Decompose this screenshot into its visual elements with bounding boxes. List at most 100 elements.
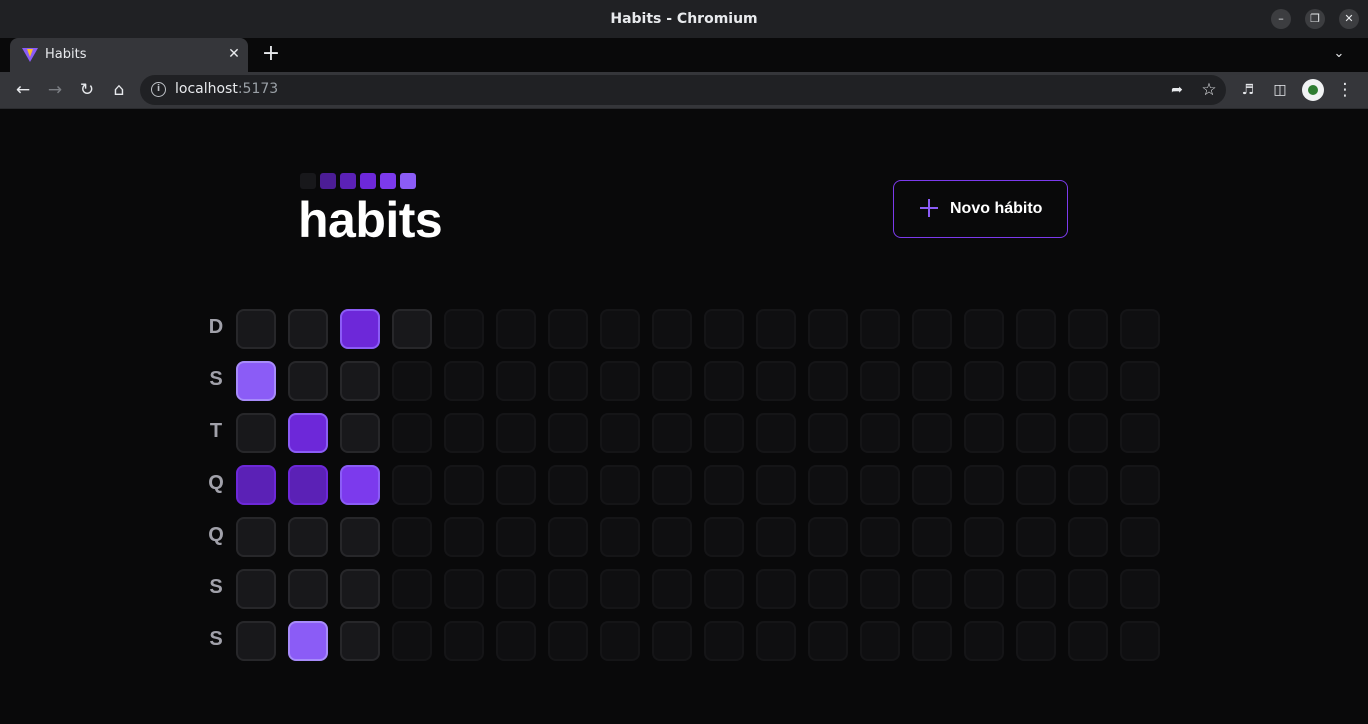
logo-square (300, 173, 316, 189)
habit-day-placeholder (392, 465, 432, 505)
habit-day-placeholder (496, 621, 536, 661)
habit-day-cell[interactable] (288, 569, 328, 609)
habit-day-cell[interactable] (340, 361, 380, 401)
habit-day-cell[interactable] (288, 517, 328, 557)
habit-day-placeholder (1068, 621, 1108, 661)
habit-day-placeholder (860, 413, 900, 453)
habit-day-cell[interactable] (288, 465, 328, 505)
habit-day-placeholder (444, 309, 484, 349)
habit-day-placeholder (496, 517, 536, 557)
weekday-label: Q (208, 524, 224, 546)
restore-icon[interactable]: ❐ (1305, 9, 1325, 29)
habit-day-cell[interactable] (288, 413, 328, 453)
habit-day-placeholder (496, 309, 536, 349)
new-habit-button[interactable]: Novo hábito (893, 180, 1068, 238)
media-controls-icon[interactable]: ♬ (1237, 79, 1259, 101)
habit-day-cell[interactable] (288, 621, 328, 661)
new-tab-icon[interactable]: + (260, 43, 282, 65)
habit-day-cell[interactable] (340, 517, 380, 557)
habit-day-placeholder (1120, 361, 1160, 401)
habit-day-placeholder (756, 361, 796, 401)
side-panel-icon[interactable]: ◫ (1269, 79, 1291, 101)
habit-day-placeholder (652, 517, 692, 557)
logo-square (400, 173, 416, 189)
habit-day-cell[interactable] (236, 413, 276, 453)
weekday-label: Q (208, 472, 224, 494)
habit-day-placeholder (808, 569, 848, 609)
habit-day-placeholder (704, 361, 744, 401)
browser-tab[interactable]: Habits ✕ (10, 38, 248, 72)
menu-kebab-icon[interactable]: ⋮ (1334, 79, 1356, 101)
habit-day-placeholder (652, 361, 692, 401)
habit-day-cell[interactable] (236, 621, 276, 661)
habit-day-cell[interactable] (340, 465, 380, 505)
habit-day-cell[interactable] (236, 569, 276, 609)
habit-day-cell[interactable] (392, 309, 432, 349)
habit-day-placeholder (600, 361, 640, 401)
habit-day-cell[interactable] (236, 309, 276, 349)
habit-day-cell[interactable] (340, 621, 380, 661)
home-icon[interactable]: ⌂ (108, 79, 130, 101)
habit-day-placeholder (756, 517, 796, 557)
window-titlebar: Habits - Chromium – ❐ ✕ (0, 0, 1368, 38)
habit-day-placeholder (704, 309, 744, 349)
habit-day-cell[interactable] (340, 569, 380, 609)
new-habit-label: Novo hábito (950, 200, 1043, 217)
habit-day-placeholder (1068, 517, 1108, 557)
habit-day-cell[interactable] (340, 413, 380, 453)
habit-day-placeholder (964, 413, 1004, 453)
habit-day-placeholder (600, 621, 640, 661)
habit-day-cell[interactable] (236, 465, 276, 505)
url-text[interactable]: localhost:5173 (175, 81, 278, 97)
habit-day-placeholder (1016, 517, 1056, 557)
habit-day-placeholder (444, 465, 484, 505)
chevron-down-icon[interactable]: ⌄ (1329, 44, 1349, 64)
window-title: Habits - Chromium (610, 11, 758, 27)
habit-day-placeholder (704, 413, 744, 453)
tab-close-icon[interactable]: ✕ (224, 44, 244, 64)
habit-day-placeholder (496, 569, 536, 609)
habit-day-placeholder (1120, 621, 1160, 661)
site-info-icon[interactable]: i (151, 82, 166, 97)
url-port: :5173 (237, 81, 279, 97)
weekday-label: D (208, 316, 224, 338)
weekday-label: S (209, 576, 223, 598)
logo-square (340, 173, 356, 189)
habit-day-cell[interactable] (340, 309, 380, 349)
habits-logo: habits (298, 173, 443, 248)
reload-icon[interactable]: ↻ (76, 79, 98, 101)
star-icon[interactable]: ☆ (1198, 79, 1220, 101)
habit-day-placeholder (1068, 361, 1108, 401)
minimize-icon[interactable]: – (1271, 9, 1291, 29)
habit-day-placeholder (964, 517, 1004, 557)
habit-day-placeholder (1068, 465, 1108, 505)
habit-day-placeholder (496, 413, 536, 453)
habit-day-cell[interactable] (236, 361, 276, 401)
habit-day-placeholder (548, 621, 588, 661)
habit-day-placeholder (1068, 309, 1108, 349)
habit-day-placeholder (548, 569, 588, 609)
habit-day-placeholder (860, 569, 900, 609)
habit-day-placeholder (860, 361, 900, 401)
habit-day-placeholder (600, 309, 640, 349)
habit-day-placeholder (496, 465, 536, 505)
habit-day-placeholder (444, 413, 484, 453)
habit-day-placeholder (652, 309, 692, 349)
habit-day-placeholder (704, 621, 744, 661)
close-window-icon[interactable]: ✕ (1339, 9, 1359, 29)
habit-day-placeholder (860, 517, 900, 557)
habit-day-placeholder (808, 621, 848, 661)
address-bar[interactable]: i localhost:5173 ➦ ☆ (140, 75, 1226, 105)
habit-day-cell[interactable] (236, 517, 276, 557)
habit-day-placeholder (808, 465, 848, 505)
habit-day-placeholder (548, 413, 588, 453)
share-icon[interactable]: ➦ (1166, 79, 1188, 101)
back-icon[interactable]: ← (12, 79, 34, 101)
habit-day-placeholder (392, 413, 432, 453)
habit-day-placeholder (496, 361, 536, 401)
habit-day-placeholder (704, 569, 744, 609)
habit-day-cell[interactable] (288, 309, 328, 349)
profile-avatar[interactable] (1302, 79, 1324, 101)
forward-icon[interactable]: → (44, 79, 66, 101)
habit-day-cell[interactable] (288, 361, 328, 401)
